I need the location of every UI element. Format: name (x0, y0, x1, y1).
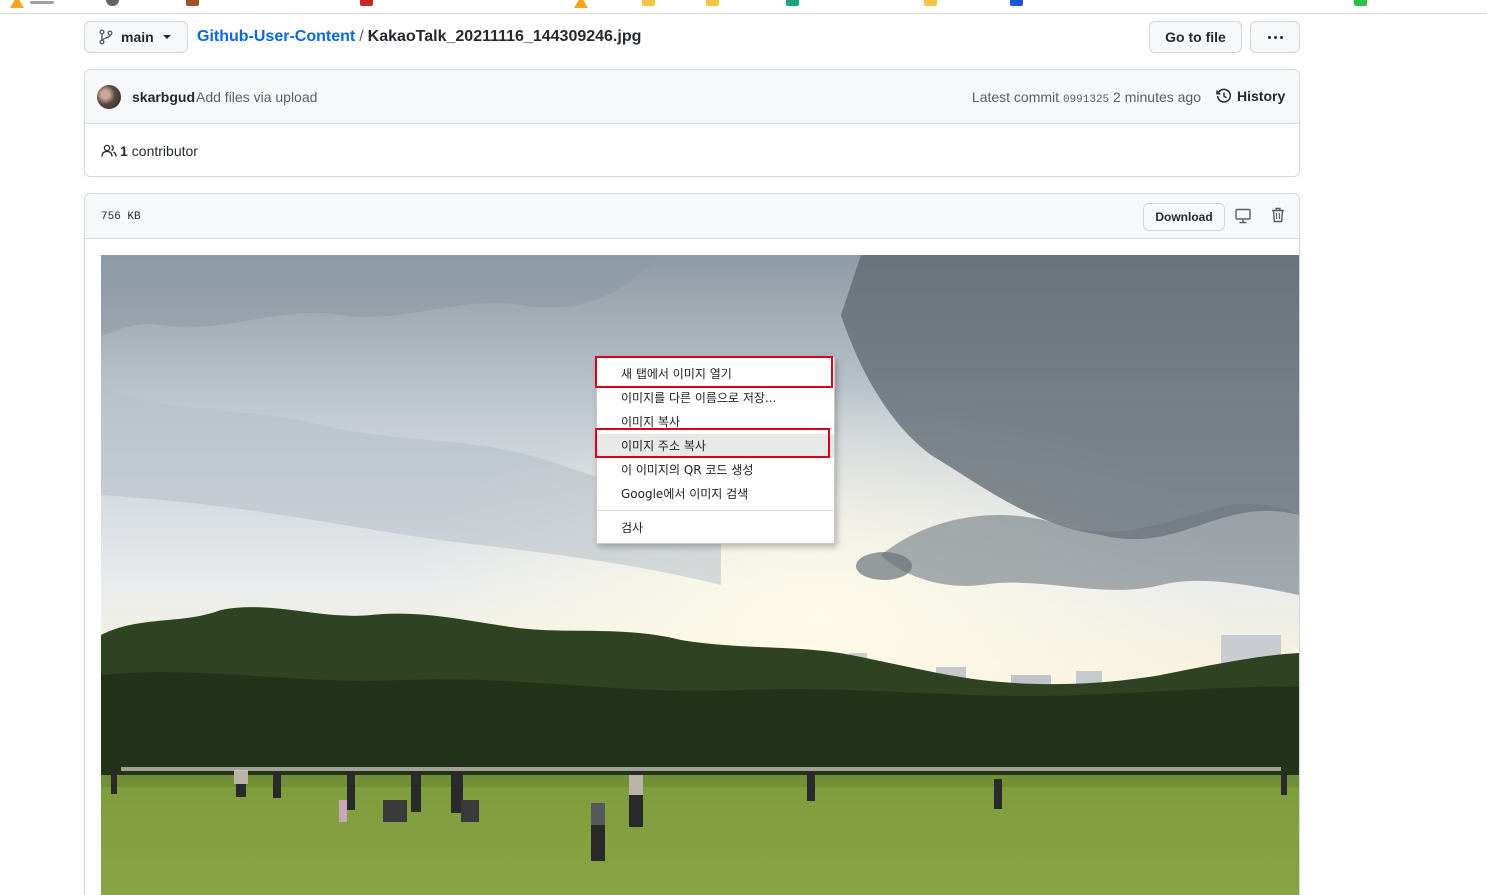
bookmark-icon[interactable] (186, 0, 199, 6)
commit-header: skarbgud Add files via upload Latest com… (85, 70, 1299, 124)
avatar[interactable] (97, 85, 121, 109)
bookmark-icon[interactable] (360, 0, 373, 6)
menu-copy-image[interactable]: 이미지 복사 (597, 410, 834, 434)
menu-search-image-google[interactable]: Google에서 이미지 검색 (597, 482, 834, 506)
file-size: 756 KB (101, 211, 141, 223)
commit-author-link[interactable]: skarbgud (132, 89, 195, 105)
context-menu: 새 탭에서 이미지 열기 이미지를 다른 이름으로 저장... 이미지 복사 이… (596, 357, 835, 544)
branch-selector-button[interactable]: main (84, 21, 188, 53)
git-branch-icon (99, 29, 113, 45)
bookmark-star-icon[interactable] (574, 0, 588, 8)
kebab-horizontal-icon (1267, 35, 1271, 39)
menu-create-qr-code[interactable]: 이 이미지의 QR 코드 생성 (597, 458, 834, 482)
breadcrumb-repo-link[interactable]: Github-User-Content (197, 28, 355, 45)
bookmark-icon[interactable] (1010, 0, 1023, 6)
bookmark-star-icon[interactable] (10, 0, 24, 8)
file-image[interactable] (101, 255, 1299, 895)
bookmark-folder-icon[interactable] (924, 0, 937, 6)
commit-message-link[interactable]: Add files via upload (196, 89, 317, 105)
commit-sha-link[interactable]: 0991325 (1063, 94, 1109, 106)
contributors[interactable]: 1 contributor (101, 143, 198, 159)
bookmark-globe-icon[interactable] (106, 0, 119, 6)
breadcrumb: Github-User-Content / KakaoTalk_20211116_1… (197, 27, 641, 47)
latest-commit-label: Latest commit (971, 89, 1060, 105)
bookmark-item[interactable] (30, 1, 54, 4)
bookmark-icon[interactable] (786, 0, 799, 6)
commit-box: skarbgud Add files via upload Latest com… (84, 69, 1300, 177)
trash-icon[interactable] (1271, 207, 1285, 223)
history-link[interactable]: History (1216, 88, 1285, 104)
breadcrumb-filename: KakaoTalk_20211116_144309246.jpg (367, 28, 642, 45)
commit-meta: Latest commit 0991325 2 minutes ago (972, 89, 1201, 106)
more-options-button[interactable] (1250, 21, 1300, 53)
bookmark-folder-icon[interactable] (642, 0, 655, 6)
menu-save-image-as[interactable]: 이미지를 다른 이름으로 저장... (597, 386, 834, 410)
contributor-count: 1 (120, 143, 128, 159)
menu-divider (597, 510, 834, 511)
bookmark-folder-icon[interactable] (706, 0, 719, 6)
menu-copy-image-address[interactable]: 이미지 주소 복사 (597, 434, 834, 458)
menu-open-image-new-tab[interactable]: 새 탭에서 이미지 열기 (597, 362, 834, 386)
file-viewer: 756 KB Download (84, 193, 1300, 895)
menu-inspect[interactable]: 검사 (597, 516, 834, 540)
park-photo (101, 255, 1299, 895)
caret-down-icon (162, 35, 171, 39)
go-to-file-button[interactable]: Go to file (1149, 21, 1242, 53)
bookmarks-bar (0, 0, 1487, 14)
people-icon (101, 144, 117, 157)
download-button[interactable]: Download (1143, 203, 1225, 231)
history-icon (1216, 88, 1231, 103)
breadcrumb-separator: / (359, 28, 364, 45)
file-header: 756 KB Download (85, 194, 1299, 239)
history-label: History (1237, 88, 1286, 104)
desktop-icon[interactable] (1235, 208, 1251, 224)
branch-name: main (121, 29, 154, 45)
contributor-label: contributor (131, 143, 198, 159)
bookmark-icon[interactable] (1354, 0, 1367, 6)
commit-time: 2 minutes ago (1113, 89, 1201, 105)
